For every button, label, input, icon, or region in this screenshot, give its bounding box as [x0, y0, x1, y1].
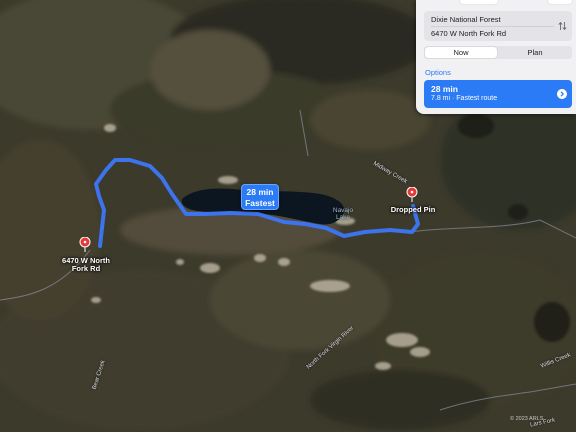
route-option-detail: 7.8 mi · Fastest route [431, 95, 498, 102]
transport-mode-button[interactable] [460, 0, 498, 4]
chevron-right-icon[interactable] [557, 89, 567, 99]
route-badge-time: 28 min [246, 187, 274, 197]
directions-panel: Dixie National Forest 6470 W North Fork … [416, 0, 576, 114]
now-tab[interactable]: Now [425, 47, 497, 58]
dropped-pin-icon[interactable] [406, 187, 418, 203]
from-field[interactable]: Dixie National Forest [431, 15, 501, 24]
map-attribution: © 2023 ARLS [510, 416, 544, 422]
panel-top-controls [460, 0, 572, 4]
destination-label: Dropped Pin [390, 205, 436, 214]
plan-tab[interactable]: Plan [499, 47, 571, 58]
route-endpoints-box: Dixie National Forest 6470 W North Fork … [424, 11, 572, 41]
endpoints-divider [431, 26, 554, 27]
to-field[interactable]: 6470 W North Fork Rd [431, 29, 506, 38]
time-mode-segmented-control: Now Plan [424, 46, 572, 59]
route-option-time: 28 min [431, 84, 458, 94]
swap-arrows-icon[interactable] [558, 21, 567, 31]
transport-mode-button-2[interactable] [548, 0, 572, 4]
lake-label: Navajo Lake [332, 207, 354, 221]
route-option-card[interactable]: 28 min 7.8 mi · Fastest route [424, 80, 572, 108]
route-badge-label: Fastest [245, 197, 275, 208]
options-label[interactable]: Options [425, 68, 451, 77]
route-time-badge[interactable]: 28 min Fastest [241, 184, 279, 210]
origin-pin-icon[interactable] [79, 237, 91, 253]
origin-label: 6470 W North Fork Rd [62, 256, 110, 273]
